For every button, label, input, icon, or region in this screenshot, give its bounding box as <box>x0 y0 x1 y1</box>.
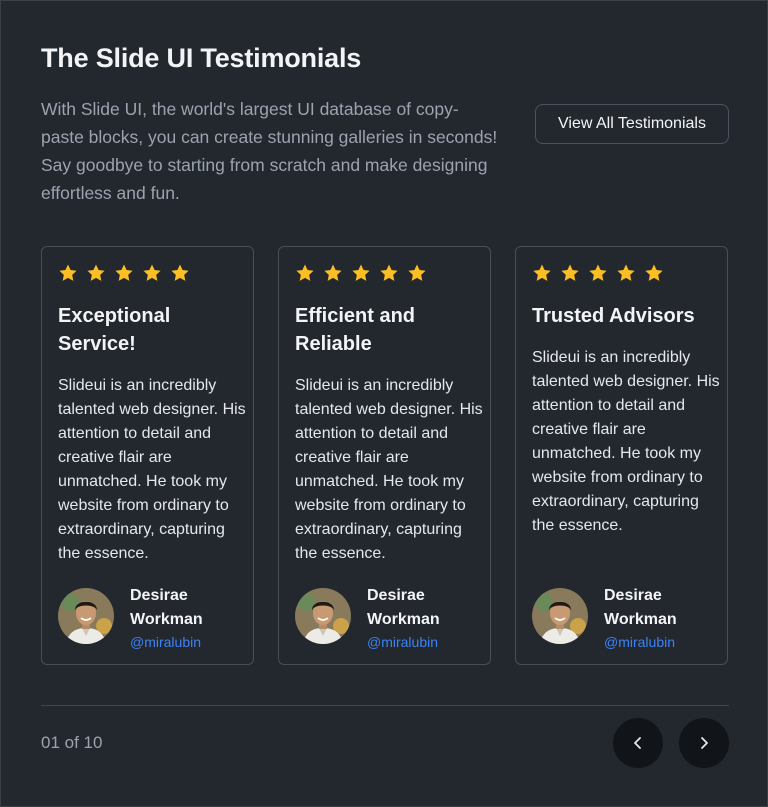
author-name: Desirae Workman <box>130 587 203 628</box>
star-icon <box>296 264 314 281</box>
section-title: The Slide UI Testimonials <box>41 43 362 73</box>
star-icon <box>324 264 342 281</box>
testimonial-body: Slideui is an incredibly talented web de… <box>295 377 483 562</box>
star-rating <box>532 263 664 283</box>
star-rating <box>58 263 190 283</box>
author-handle[interactable]: @miralubin <box>130 632 230 652</box>
star-icon <box>59 264 77 281</box>
testimonial-body: Slideui is an incredibly talented web de… <box>532 349 720 534</box>
star-icon <box>533 264 551 281</box>
star-icon <box>617 264 635 281</box>
chevron-right-icon <box>701 737 708 749</box>
testimonial-title: Trusted Advisors <box>532 305 695 327</box>
testimonial-author: Desirae Workman @miralubin <box>295 584 467 652</box>
testimonial-author: Desirae Workman @miralubin <box>58 584 230 652</box>
author-handle[interactable]: @miralubin <box>604 632 704 652</box>
testimonial-author: Desirae Workman @miralubin <box>532 584 704 652</box>
pagination-label: 01 of 10 <box>41 733 103 752</box>
star-icon <box>589 264 607 281</box>
avatar <box>532 588 588 644</box>
star-icon <box>645 264 663 281</box>
chevron-left-icon <box>634 737 641 749</box>
star-icon <box>352 264 370 281</box>
avatar <box>58 588 114 644</box>
section-description: With Slide UI, the world's largest UI da… <box>41 99 498 203</box>
testimonial-card: Trusted Advisors Slideui is an incredibl… <box>515 246 728 665</box>
author-handle[interactable]: @miralubin <box>367 632 467 652</box>
star-icon <box>171 264 189 281</box>
previous-button[interactable] <box>613 718 663 768</box>
star-icon <box>115 264 133 281</box>
star-icon <box>408 264 426 281</box>
avatar <box>295 588 351 644</box>
testimonial-card: Efficient and Reliable Slideui is an inc… <box>278 246 491 665</box>
author-name: Desirae Workman <box>604 587 677 628</box>
testimonial-title: Exceptional Service! <box>58 305 171 355</box>
next-button[interactable] <box>679 718 729 768</box>
author-name: Desirae Workman <box>367 587 440 628</box>
testimonial-card: Exceptional Service! Slideui is an incre… <box>41 246 254 665</box>
view-all-testimonials-button[interactable]: View All Testimonials <box>535 104 729 144</box>
star-icon <box>561 264 579 281</box>
star-icon <box>143 264 161 281</box>
testimonial-body: Slideui is an incredibly talented web de… <box>58 377 246 562</box>
star-rating <box>295 263 427 283</box>
testimonials-section: The Slide UI Testimonials With Slide UI,… <box>0 0 768 807</box>
divider <box>41 705 729 706</box>
testimonial-title: Efficient and Reliable <box>295 305 416 355</box>
star-icon <box>87 264 105 281</box>
star-icon <box>380 264 398 281</box>
